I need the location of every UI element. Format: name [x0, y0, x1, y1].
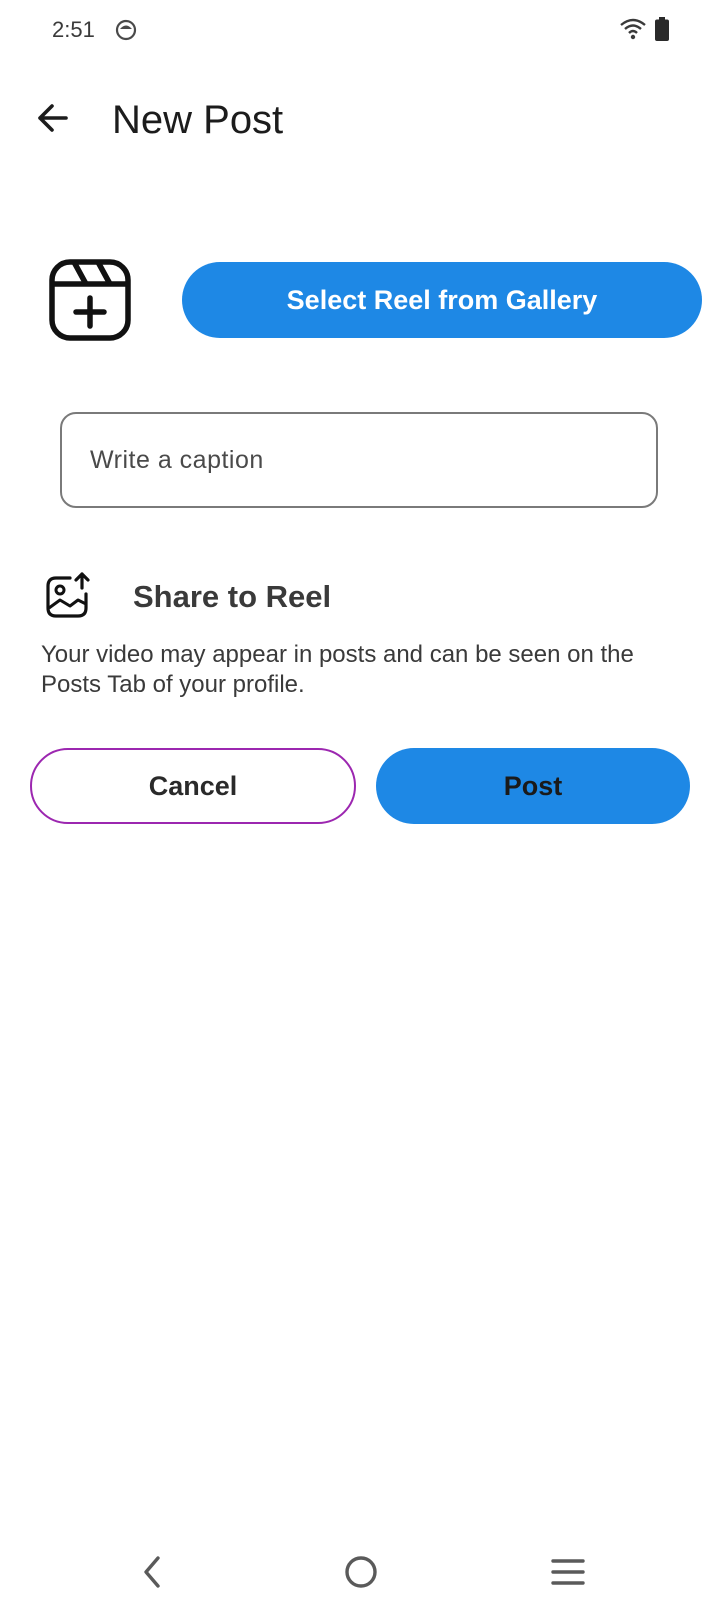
page-title: New Post: [112, 98, 284, 142]
caption-input[interactable]: [60, 412, 658, 508]
post-button[interactable]: Post: [376, 748, 690, 824]
status-time: 2:51: [52, 17, 95, 42]
system-nav-bar: [0, 1540, 720, 1612]
cancel-button[interactable]: Cancel: [30, 748, 356, 824]
select-reel-button[interactable]: Select Reel from Gallery: [182, 262, 702, 338]
share-description: Your video may appear in posts and can b…: [41, 641, 634, 698]
wifi-icon: [620, 18, 646, 40]
image-upload-icon: [46, 572, 90, 618]
share-title: Share to Reel: [133, 579, 332, 614]
arrow-left-icon[interactable]: [32, 98, 72, 138]
nav-back-icon[interactable]: [138, 1554, 168, 1590]
reel-add-icon: [49, 259, 131, 341]
nav-menu-icon[interactable]: [550, 1556, 586, 1588]
status-bar: 2:51: [0, 0, 720, 60]
app-bar: New Post: [0, 80, 720, 164]
nav-home-icon[interactable]: [343, 1554, 379, 1590]
app-notification-icon: [115, 19, 137, 41]
battery-icon: [655, 17, 669, 41]
